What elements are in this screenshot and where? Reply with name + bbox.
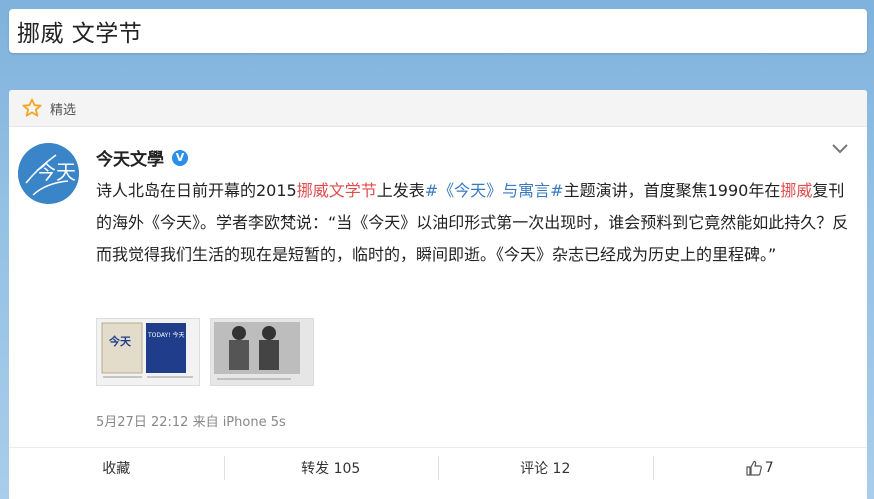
avatar-text: 今天	[36, 160, 76, 184]
featured-label: 精选	[50, 102, 77, 118]
thumbs-up-icon	[746, 460, 762, 476]
repost-button[interactable]: 转发 105	[223, 448, 439, 488]
cover-title-left: 今天	[108, 334, 132, 348]
post-text-segment: 诗人北岛在日前开幕的2015	[96, 181, 297, 200]
weibo-card: 精选 今天 今天文學 V 诗人北岛在日前开幕的2015挪威文学节上发表#《今天》…	[9, 90, 867, 499]
comment-button[interactable]: 评论 12	[438, 448, 653, 488]
like-count: 7	[764, 460, 774, 476]
post-text-segment: 主题演讲，首度聚焦1990年在	[563, 181, 781, 200]
keyword-highlight[interactable]: 挪威文学节	[297, 181, 377, 200]
timestamp[interactable]: 5月27日 22:12	[96, 415, 188, 430]
cover-title-right: TODAY! 今天	[147, 331, 185, 339]
star-icon	[22, 98, 42, 117]
post-images: 今天 TODAY! 今天	[96, 318, 314, 386]
search-query[interactable]: 挪威 文学节	[17, 14, 142, 48]
keyword-highlight[interactable]: 挪威	[780, 181, 812, 200]
search-bar[interactable]: 挪威 文学节	[9, 9, 867, 53]
like-button[interactable]: 7	[652, 448, 868, 488]
author-row: 今天文學 V	[96, 145, 188, 170]
magazine-covers-image[interactable]: 今天 TODAY! 今天	[96, 318, 200, 386]
verified-badge: V	[172, 149, 188, 166]
card-header: 精选	[9, 90, 867, 127]
post-meta: 5月27日 22:12 来自 iPhone 5s	[96, 411, 286, 430]
post-text-segment: 上发表	[376, 181, 425, 200]
source-client: 来自 iPhone 5s	[192, 415, 286, 430]
comment-label: 评论 12	[520, 461, 571, 477]
post-text: 诗人北岛在日前开幕的2015挪威文学节上发表#《今天》与寓言#主题演讲，首度聚焦…	[96, 175, 856, 271]
favorite-label: 收藏	[102, 461, 131, 477]
chevron-down-icon[interactable]	[831, 142, 849, 156]
action-bar: 收藏 转发 105 评论 12 7	[9, 447, 867, 488]
archive-photo-image[interactable]	[210, 318, 314, 386]
hashtag-link[interactable]: #《今天》与寓言#	[425, 181, 564, 200]
author-name[interactable]: 今天文學	[96, 145, 164, 170]
favorite-button[interactable]: 收藏	[9, 448, 224, 488]
repost-label: 转发 105	[301, 461, 361, 477]
avatar[interactable]: 今天	[18, 143, 79, 204]
